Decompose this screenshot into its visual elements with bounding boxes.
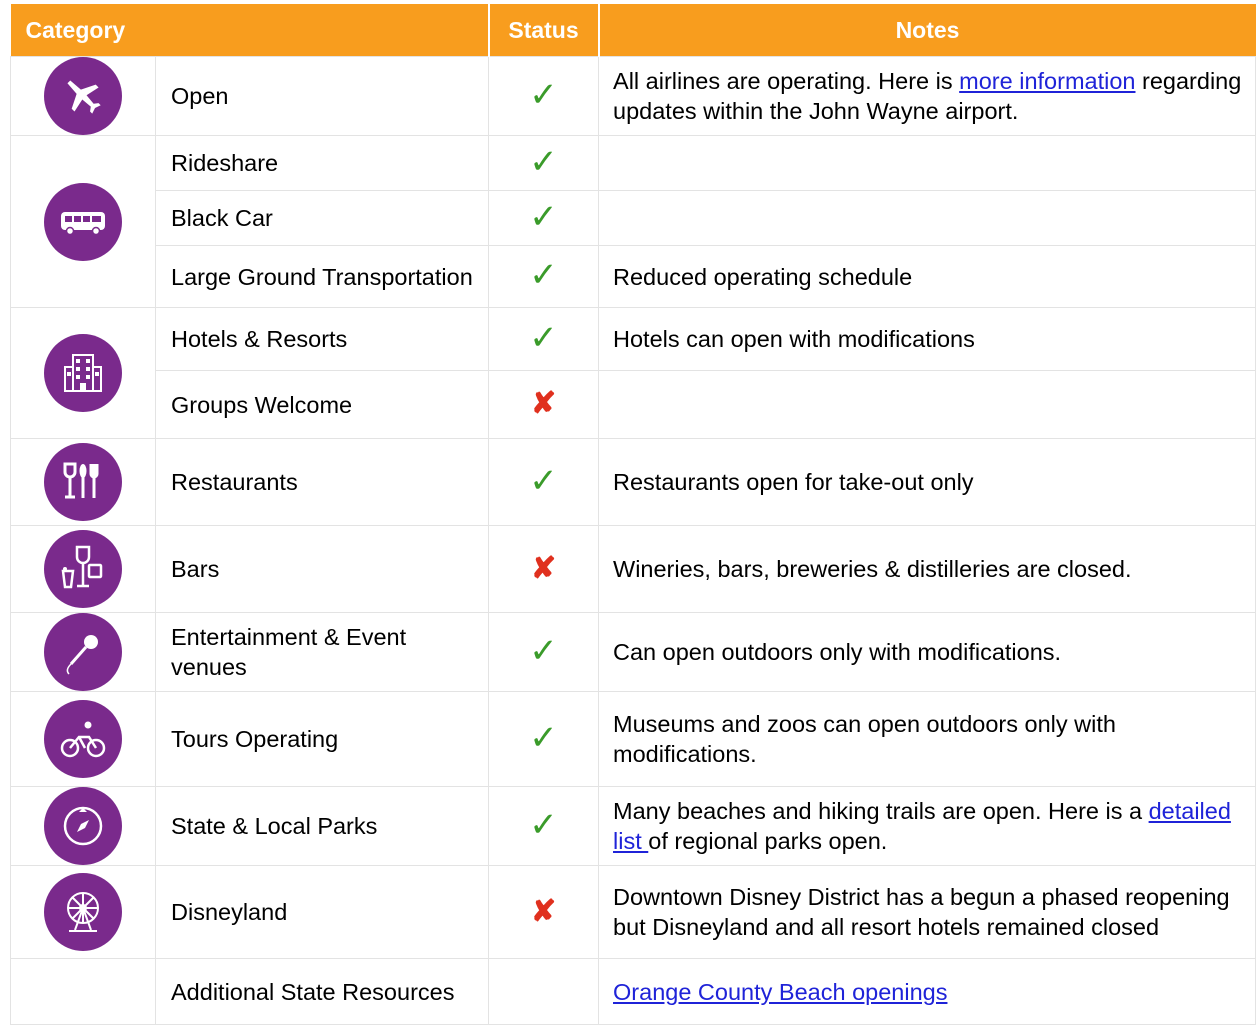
- header-row: Category Status Notes: [10, 4, 1256, 57]
- table-row: Restaurants ✓ Restaurants open for take-…: [10, 438, 1257, 526]
- row-label: Bars: [154, 525, 490, 613]
- row-label: Hotels & Resorts: [154, 307, 490, 371]
- row-label: Open: [154, 56, 490, 136]
- bus-icon: [44, 182, 122, 261]
- table-row: Additional State Resources Orange County…: [10, 958, 1257, 1025]
- row-label: Large Ground Transportation: [154, 245, 490, 308]
- check-icon: ✓: [529, 197, 558, 236]
- row-label: Entertainment & Event venues: [154, 612, 490, 692]
- notes-text: of regional parks open.: [648, 828, 888, 854]
- status-cell: ✓: [488, 307, 600, 371]
- status-cell: ✘: [488, 370, 600, 439]
- microphone-icon: [44, 613, 122, 691]
- check-icon: ✓: [529, 318, 558, 357]
- check-icon: ✓: [529, 75, 558, 114]
- status-cell: ✓: [488, 245, 600, 308]
- table-row: Disneyland ✘ Downtown Disney District ha…: [10, 865, 1257, 959]
- icon-cell: [10, 958, 156, 1025]
- status-cell: ✓: [488, 612, 600, 692]
- status-header: Status: [488, 4, 600, 57]
- status-cell: ✓: [488, 135, 600, 191]
- status-cell: ✘: [488, 525, 600, 613]
- row-label: Restaurants: [154, 438, 490, 526]
- status-cell: ✘: [488, 865, 600, 959]
- cross-icon: ✘: [530, 551, 557, 585]
- table-row: Bars ✘ Wineries, bars, breweries & disti…: [10, 525, 1257, 613]
- table-row: Tours Operating ✓ Museums and zoos can o…: [10, 691, 1257, 787]
- notes-cell: Many beaches and hiking trails are open.…: [598, 786, 1257, 866]
- cross-icon: ✘: [530, 387, 557, 420]
- notes-cell: All airlines are operating. Here is more…: [598, 56, 1257, 136]
- notes-cell: Wineries, bars, breweries & distilleries…: [598, 525, 1257, 613]
- icon-cell: [10, 56, 156, 136]
- orange-county-beach-link[interactable]: Orange County Beach openings: [613, 979, 947, 1005]
- drinks-icon: [44, 530, 122, 608]
- more-information-link[interactable]: more information: [959, 68, 1135, 94]
- row-label: Rideshare: [154, 135, 490, 191]
- row-label: State & Local Parks: [154, 786, 490, 866]
- status-cell: [488, 958, 600, 1025]
- row-label: Disneyland: [154, 865, 490, 959]
- notes-cell: Restaurants open for take-out only: [598, 438, 1257, 526]
- notes-header: Notes: [598, 4, 1256, 57]
- notes-cell: [598, 370, 1257, 439]
- table-row: Large Ground Transportation ✓ Reduced op…: [11, 245, 1257, 308]
- status-cell: ✓: [488, 786, 600, 866]
- status-table: Category Status Notes Open ✓ All airline…: [10, 4, 1257, 1025]
- row-label: Tours Operating: [154, 691, 490, 787]
- hotel-building-icon: [44, 334, 122, 412]
- icon-cell: [10, 786, 156, 866]
- check-icon: ✓: [529, 805, 558, 844]
- check-icon: ✓: [529, 256, 558, 294]
- table-row: Hotels & Resorts ✓ Hotels can open with …: [10, 307, 1257, 439]
- notes-cell: Can open outdoors only with modification…: [598, 612, 1257, 692]
- cross-icon: ✘: [530, 894, 557, 928]
- status-cell: ✓: [488, 56, 600, 136]
- notes-cell: Hotels can open with modifications: [598, 307, 1257, 371]
- notes-cell: [598, 135, 1257, 191]
- table-row: State & Local Parks ✓ Many beaches and h…: [10, 786, 1257, 866]
- icon-cell: [10, 691, 156, 787]
- compass-icon: [44, 787, 122, 865]
- notes-cell: Orange County Beach openings: [598, 958, 1257, 1025]
- notes-cell: [598, 190, 1257, 246]
- notes-cell: Reduced operating schedule: [598, 245, 1257, 308]
- row-label: Groups Welcome: [154, 370, 490, 439]
- row-label: Black Car: [154, 190, 490, 246]
- check-icon: ✓: [529, 142, 558, 181]
- notes-cell: Museums and zoos can open outdoors only …: [598, 691, 1257, 787]
- check-icon: ✓: [529, 461, 558, 500]
- check-icon: ✓: [529, 718, 558, 757]
- table-row: Entertainment & Event venues ✓ Can open …: [10, 612, 1257, 692]
- check-icon: ✓: [529, 631, 558, 670]
- airplane-icon: [44, 57, 122, 135]
- category-header: Category: [10, 4, 490, 57]
- icon-cell: [10, 307, 156, 439]
- cyclist-icon: [44, 700, 122, 778]
- dining-icon: [44, 443, 122, 521]
- notes-cell: Downtown Disney District has a begun a p…: [598, 865, 1257, 959]
- icon-cell: [10, 525, 156, 613]
- ferris-wheel-icon: [44, 873, 122, 951]
- notes-text: Many beaches and hiking trails are open.…: [613, 798, 1149, 824]
- table-row: Rideshare ✓: [10, 135, 1257, 308]
- table-row: Groups Welcome ✘: [11, 370, 1257, 439]
- status-cell: ✓: [488, 691, 600, 787]
- table-row: Black Car ✓: [11, 190, 1257, 246]
- icon-cell: [10, 865, 156, 959]
- notes-text: All airlines are operating. Here is: [613, 68, 960, 94]
- table-row: Open ✓ All airlines are operating. Here …: [10, 56, 1257, 136]
- icon-cell: [10, 438, 156, 526]
- status-cell: ✓: [488, 190, 600, 246]
- icon-cell: [10, 135, 156, 308]
- icon-cell: [10, 612, 156, 692]
- row-label: Additional State Resources: [154, 958, 490, 1025]
- status-cell: ✓: [488, 438, 600, 526]
